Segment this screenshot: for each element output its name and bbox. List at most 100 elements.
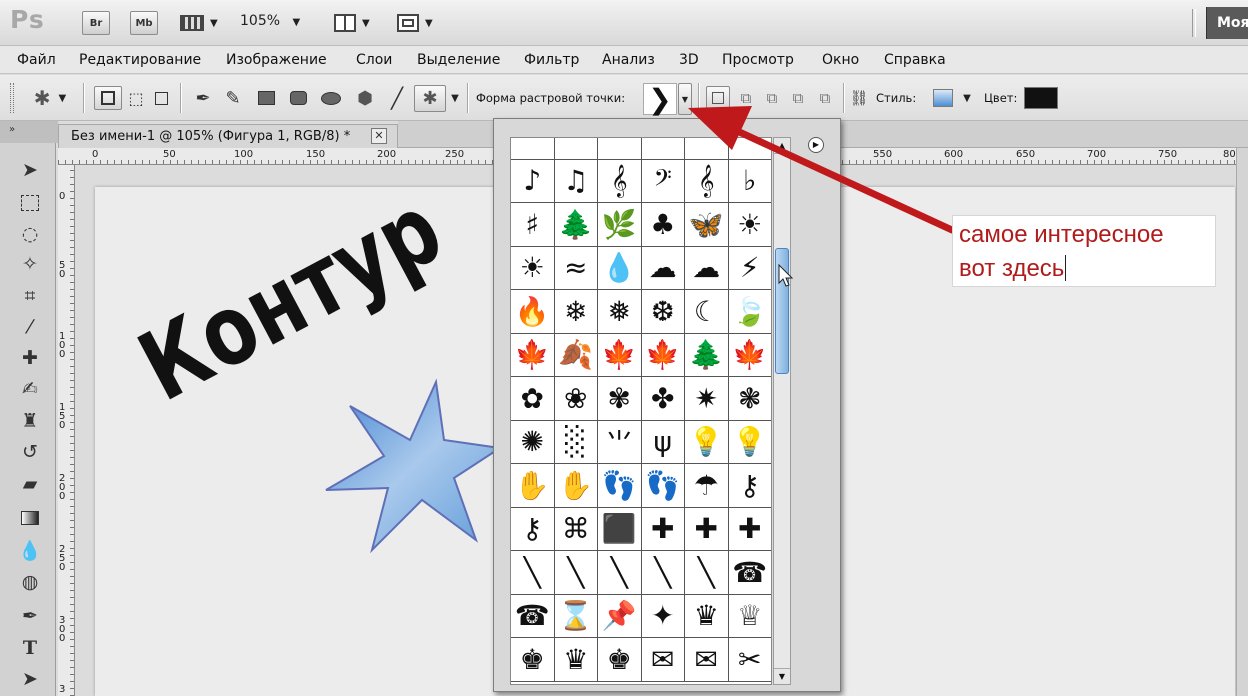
lasso-tool[interactable]: ◌: [12, 219, 48, 249]
link-layer-button[interactable]: ⛓: [849, 86, 868, 110]
shape-cell[interactable]: ⌘: [554, 507, 598, 551]
shape-cell[interactable]: ♚: [598, 638, 642, 682]
workspace-switcher[interactable]: Моя: [1206, 7, 1248, 39]
menu-analysis[interactable]: Анализ: [602, 52, 655, 68]
shape-cell[interactable]: ⚷: [728, 464, 771, 508]
type-tool[interactable]: T: [12, 633, 48, 663]
menu-view[interactable]: Просмотр: [722, 52, 794, 68]
menu-file[interactable]: Файл: [17, 52, 56, 68]
shape-cell[interactable]: ♫: [554, 159, 598, 203]
shape-cell[interactable]: ⌒: [685, 138, 729, 160]
shape-cell[interactable]: ☾: [685, 290, 729, 334]
move-tool[interactable]: ➤: [12, 155, 48, 185]
shape-cell[interactable]: ✋: [554, 464, 598, 508]
shape-cell[interactable]: ✉: [641, 638, 685, 682]
arrange-documents-button[interactable]: ▼: [334, 11, 378, 35]
shape-cell[interactable]: 🍃: [728, 290, 771, 334]
menu-3d[interactable]: 3D: [679, 52, 699, 68]
shape-cell[interactable]: ❄: [554, 290, 598, 334]
eraser-tool[interactable]: ▰: [12, 469, 48, 499]
shape-cell[interactable]: ✺: [511, 420, 555, 464]
color-swatch[interactable]: [1024, 87, 1058, 109]
shape-cell[interactable]: ❆: [641, 290, 685, 334]
shape-cell[interactable]: ⌒: [641, 138, 685, 160]
shape-cell[interactable]: 🌲: [554, 203, 598, 247]
menu-image[interactable]: Изображение: [226, 52, 327, 68]
shape-cell[interactable]: ⺌: [598, 420, 642, 464]
shape-cell[interactable]: ♛: [554, 638, 598, 682]
shape-cell[interactable]: 💡: [728, 420, 771, 464]
intersect-area-button[interactable]: ⧉: [786, 86, 810, 110]
polygon-tool-button[interactable]: ⬢: [352, 86, 378, 110]
shape-cell[interactable]: ⌒: [728, 138, 771, 160]
shape-cell[interactable]: 👣: [598, 464, 642, 508]
tool-preset-picker[interactable]: ✱ ▼: [26, 86, 74, 110]
shape-cell[interactable]: ❀: [554, 377, 598, 421]
shape-cell[interactable]: 💡: [685, 420, 729, 464]
shape-cell[interactable]: 👣: [641, 464, 685, 508]
shape-cell[interactable]: ⌛: [554, 594, 598, 638]
shape-cell[interactable]: ⌒: [598, 138, 642, 160]
shape-cell[interactable]: 𝄞: [598, 159, 642, 203]
rounded-rectangle-tool-button[interactable]: [286, 86, 310, 110]
shape-preview[interactable]: ❯: [643, 83, 677, 116]
shape-cell[interactable]: 🦋: [685, 203, 729, 247]
shape-cell[interactable]: ✤: [641, 377, 685, 421]
shape-cell[interactable]: ☁: [641, 246, 685, 290]
shape-cell[interactable]: ♪: [511, 159, 555, 203]
menu-edit[interactable]: Редактирование: [79, 52, 201, 68]
shape-cell[interactable]: ╲: [554, 551, 598, 595]
shape-picker-dropdown[interactable]: ▼: [678, 83, 692, 115]
freeform-pen-button[interactable]: ✎: [220, 86, 246, 110]
shape-cell[interactable]: 🍁: [728, 333, 771, 377]
subtract-area-button[interactable]: ⧉: [760, 86, 784, 110]
scroll-down-arrow[interactable]: ▼: [774, 668, 790, 684]
shape-cell[interactable]: ♭: [728, 159, 771, 203]
history-brush-tool[interactable]: ↺: [12, 437, 48, 467]
scroll-up-arrow[interactable]: ▲: [774, 138, 790, 154]
line-tool-button[interactable]: ╱: [384, 86, 410, 110]
shape-cell[interactable]: ⬛: [598, 507, 642, 551]
shape-cell[interactable]: 🍁: [598, 333, 642, 377]
shape-cell[interactable]: ♕: [728, 594, 771, 638]
document-tab[interactable]: Без имени-1 @ 105% (Фигура 1, RGB/8) *: [58, 124, 398, 148]
shape-cell[interactable]: ☎: [728, 551, 771, 595]
shape-cell[interactable]: ╲: [685, 551, 729, 595]
marquee-tool[interactable]: [12, 188, 48, 218]
custom-shape-tool-button[interactable]: ✱: [414, 85, 446, 112]
shape-cell[interactable]: ╲: [641, 551, 685, 595]
shape-picker-scrollbar[interactable]: ▲ ▼: [773, 137, 791, 685]
style-dropdown[interactable]: ▼: [960, 86, 974, 110]
ellipse-tool-button[interactable]: [318, 86, 344, 110]
shape-cell[interactable]: ♯: [511, 203, 555, 247]
eyedropper-tool[interactable]: ⁄: [12, 312, 48, 342]
shape-cell[interactable]: ✉: [685, 638, 729, 682]
panel-collapse-strip[interactable]: »: [0, 121, 58, 143]
shape-cell[interactable]: ⌒: [511, 138, 555, 160]
shape-cell[interactable]: 🔥: [511, 290, 555, 334]
screen-mode-button[interactable]: ▼: [397, 11, 443, 35]
clone-stamp-tool[interactable]: ♜: [12, 406, 48, 436]
shape-cell[interactable]: ☁: [685, 246, 729, 290]
canvas-vertical-scrollbar[interactable]: [1236, 148, 1248, 696]
style-swatch[interactable]: [933, 89, 953, 107]
shape-cell[interactable]: ✚: [641, 507, 685, 551]
path-selection-tool[interactable]: ➤: [12, 664, 48, 694]
gradient-tool[interactable]: [12, 503, 48, 533]
shape-cell[interactable]: ✷: [685, 377, 729, 421]
blur-tool[interactable]: 💧: [12, 535, 48, 565]
pen-tool-button[interactable]: ✒: [190, 86, 216, 110]
shape-cell[interactable]: 💧: [598, 246, 642, 290]
shape-cell[interactable]: ♚: [511, 638, 555, 682]
shape-cell[interactable]: ✿: [511, 377, 555, 421]
shape-cell[interactable]: ♛: [685, 594, 729, 638]
shape-cell[interactable]: ☀: [728, 203, 771, 247]
pen-tool[interactable]: ✒: [12, 601, 48, 631]
dodge-tool[interactable]: ◍: [12, 567, 48, 597]
bridge-button[interactable]: Br: [82, 11, 110, 35]
menu-filter[interactable]: Фильтр: [524, 52, 579, 68]
shape-cell[interactable]: ✚: [728, 507, 771, 551]
shape-cell[interactable]: ✦: [641, 594, 685, 638]
view-extras-button[interactable]: ▼: [180, 11, 226, 35]
magic-wand-tool[interactable]: ✧: [12, 249, 48, 279]
